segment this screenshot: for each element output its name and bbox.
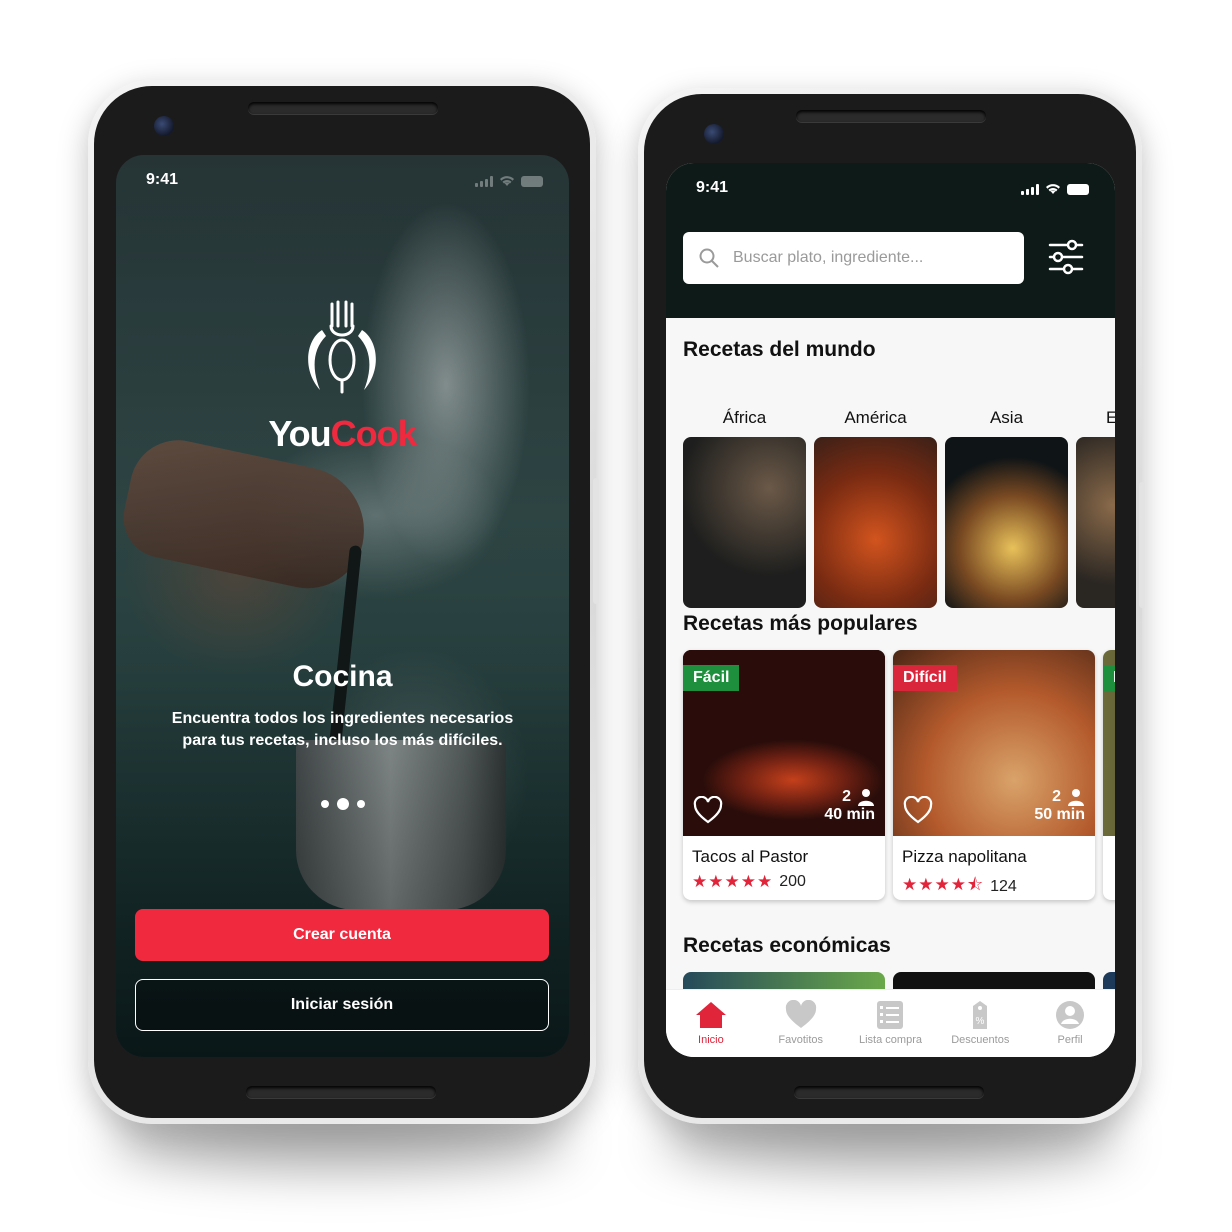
top-speaker [796, 110, 986, 122]
region-card-africa[interactable]: África [683, 407, 806, 608]
signal-icon [1021, 183, 1039, 195]
difficulty-badge: F [1103, 665, 1115, 691]
tab-profile[interactable]: Perfil [1025, 990, 1115, 1057]
region-label: E [1106, 408, 1115, 427]
region-carousel: África América Asia E [683, 407, 1115, 608]
world-recipes-title: Recetas del mundo [683, 338, 876, 361]
popular-recipes-title: Recetas más populares [683, 612, 918, 635]
battery-icon [1067, 183, 1089, 195]
youcook-logo-icon [308, 300, 376, 394]
region-image [814, 437, 937, 608]
tab-label: Inicio [698, 1034, 724, 1046]
recipe-meta: 2 40 min [824, 788, 875, 824]
recipe-name: Pizza napolitana [902, 847, 1027, 866]
tab-label: Descuentos [951, 1034, 1010, 1046]
side-button [593, 478, 599, 604]
recipe-card-pizza[interactable]: Difícil 2 50 min Pizza napolitana ★★★★⯪ … [893, 650, 1095, 900]
login-button[interactable]: Iniciar sesión [135, 979, 549, 1031]
create-account-button[interactable]: Crear cuenta [135, 909, 549, 961]
list-icon [877, 1001, 904, 1029]
slide-title: Cocina [292, 660, 393, 693]
rating-stars: ★★★★⯪ [902, 875, 985, 894]
wifi-icon [1046, 184, 1060, 194]
review-count: 124 [990, 877, 1017, 895]
home-icon [695, 1002, 726, 1028]
side-button [1139, 482, 1145, 608]
region-image [683, 437, 806, 608]
recipe-rating: ★★★★★ 200 [692, 872, 806, 892]
front-camera [154, 116, 174, 136]
status-bar: 9:41 [116, 155, 569, 207]
tab-home[interactable]: Inicio [666, 990, 756, 1057]
filter-icon[interactable] [1048, 239, 1084, 275]
bottom-speaker [794, 1086, 984, 1098]
recipe-card-tacos[interactable]: Fácil 2 40 min Tacos al Pastor ★★★★★ 200 [683, 650, 885, 900]
popular-recipes-carousel: Fácil 2 40 min Tacos al Pastor ★★★★★ 200… [683, 650, 1115, 900]
recipe-name: Tacos al Pastor [692, 847, 809, 866]
status-icons [1021, 183, 1089, 195]
bottom-speaker [246, 1086, 436, 1098]
page-dot[interactable] [356, 800, 365, 808]
home-screen: 9:41 Buscar plato, ingrediente... Receta… [666, 163, 1115, 1057]
tab-label: Lista compra [859, 1034, 922, 1046]
region-card-america[interactable]: América [814, 407, 937, 608]
recipe-card-partial[interactable]: F [1103, 650, 1115, 900]
front-camera [704, 124, 724, 144]
region-image [945, 437, 1068, 608]
top-speaker [248, 102, 438, 114]
tab-label: Favotitos [778, 1034, 824, 1046]
region-label: Asia [989, 408, 1024, 427]
brand-name: YouCook [116, 413, 569, 455]
person-icon [858, 789, 874, 806]
brand-part-cook: Cook [330, 413, 418, 454]
brand-part-you: You [268, 413, 331, 454]
favorite-heart-icon[interactable] [693, 796, 723, 824]
status-icons [475, 175, 543, 187]
servings-count: 2 [842, 788, 851, 805]
search-placeholder: Buscar plato, ingrediente... [733, 249, 924, 266]
battery-icon [521, 175, 543, 187]
region-card-europe[interactable]: E [1076, 407, 1115, 608]
page-dot-active[interactable] [336, 798, 349, 810]
review-count: 200 [779, 873, 806, 890]
tab-shopping-list[interactable]: Lista compra [846, 990, 936, 1057]
status-time: 9:41 [696, 179, 729, 196]
status-time: 9:41 [146, 171, 179, 188]
region-card-asia[interactable]: Asia [945, 407, 1068, 608]
user-icon [1056, 1001, 1085, 1029]
cook-time: 40 min [824, 806, 875, 823]
slide-description: Encuentra todos los ingredientes necesar… [171, 710, 514, 749]
tag-icon: % [973, 1001, 988, 1029]
mockup-stage: 9:41 YouCook Cocina Encuentra todos los … [0, 0, 1232, 1232]
region-image [1076, 437, 1115, 608]
cheap-recipes-title: Recetas económicas [683, 934, 891, 957]
servings-count: 2 [1052, 788, 1061, 805]
favorite-heart-icon[interactable] [903, 796, 933, 824]
search-input[interactable]: Buscar plato, ingrediente... [683, 232, 1024, 284]
status-bar: 9:41 [666, 163, 1115, 215]
welcome-screen: 9:41 YouCook Cocina Encuentra todos los … [116, 155, 569, 1057]
tab-discounts[interactable]: % Descuentos [935, 990, 1025, 1057]
region-label: África [722, 408, 767, 427]
tab-label: Perfil [1057, 1034, 1083, 1046]
region-label: América [844, 408, 907, 427]
bottom-tab-bar: Inicio Favotitos Lista compra % Descuent… [666, 989, 1115, 1057]
difficulty-badge: Difícil [893, 665, 957, 691]
wifi-icon [500, 176, 514, 186]
difficulty-badge: Fácil [683, 665, 740, 691]
heart-icon [785, 1000, 816, 1028]
page-indicator [116, 798, 569, 810]
rating-stars: ★★★★★ [692, 872, 774, 891]
search-icon [699, 248, 719, 268]
page-dot[interactable] [320, 800, 329, 808]
cook-time: 50 min [1034, 806, 1085, 823]
recipe-rating: ★★★★⯪ 124 [902, 872, 1017, 900]
recipe-meta: 2 50 min [1034, 788, 1085, 824]
person-icon [1068, 789, 1084, 806]
tab-favorites[interactable]: Favotitos [756, 990, 846, 1057]
svg-text:%: % [976, 1016, 985, 1027]
signal-icon [475, 175, 493, 187]
